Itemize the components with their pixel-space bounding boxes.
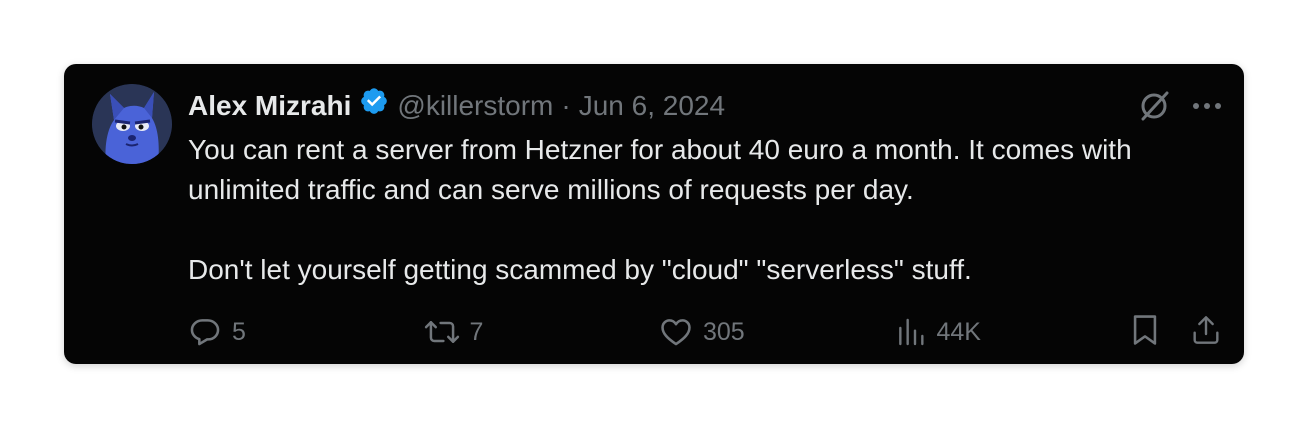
reply-icon [188,315,232,349]
views-button[interactable]: 44K [895,315,1131,349]
x-logo-slash-icon[interactable] [1138,90,1170,122]
more-icon[interactable] [1192,101,1222,111]
reply-count: 5 [232,317,246,346]
tweet-paragraph: You can rent a server from Hetzner for a… [188,134,1132,205]
separator: · [561,90,571,121]
retweet-icon [424,315,470,349]
tweet-paragraph: Don't let yourself getting scammed by "c… [188,254,972,285]
author-handle[interactable]: @killerstorm [397,86,553,126]
action-bar: 5 7 305 44K [188,312,1222,352]
author-name[interactable]: Alex Mizrahi [188,86,351,126]
like-button[interactable]: 305 [659,315,895,349]
tweet-text: You can rent a server from Hetzner for a… [188,130,1208,290]
views-count: 44K [936,317,981,346]
bookmark-icon[interactable] [1130,313,1160,352]
share-icon[interactable] [1190,313,1222,352]
tweet-date[interactable]: Jun 6, 2024 [579,86,725,126]
views-icon [895,315,937,349]
reply-button[interactable]: 5 [188,315,424,349]
secondary-actions [1130,313,1222,352]
avatar[interactable] [92,84,172,164]
retweet-button[interactable]: 7 [424,315,660,349]
verified-badge-icon [351,86,397,127]
tweet-header: Alex Mizrahi @killerstorm · Jun 6, 2024 [188,86,725,126]
tweet-card[interactable]: Alex Mizrahi @killerstorm · Jun 6, 2024 [64,64,1244,364]
like-count: 305 [703,317,745,346]
top-right-icons [1138,90,1222,122]
like-icon [659,315,703,349]
retweet-count: 7 [469,317,484,346]
